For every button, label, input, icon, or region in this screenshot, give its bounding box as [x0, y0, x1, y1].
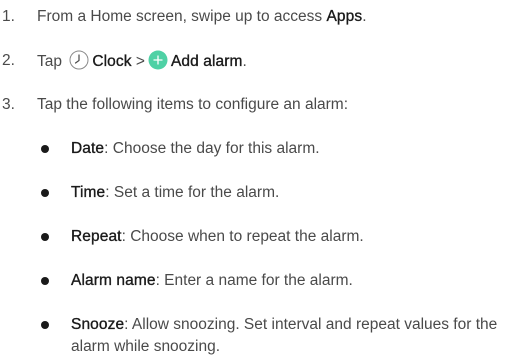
- bullet-text: Repeat: Choose when to repeat the alarm.: [71, 226, 515, 248]
- bullet-text: Snooze: Allow snoozing. Set interval and…: [71, 314, 515, 358]
- step-1-post: .: [362, 8, 367, 25]
- step-2-post: .: [242, 53, 247, 70]
- bullet-dot: [41, 277, 49, 285]
- clock-label: Clock: [92, 53, 132, 70]
- step-text: Tap Clock > Add alarm.: [37, 50, 513, 77]
- path-separator: >: [135, 53, 145, 70]
- bullet-term: Alarm name: [71, 272, 156, 289]
- bullet-desc: : Set a time for the alarm.: [105, 184, 280, 201]
- bullet-text: Date: Choose the day for this alarm.: [71, 138, 515, 160]
- bullet-desc: : Choose when to repeat the alarm.: [121, 228, 364, 245]
- step-number: 2.: [2, 52, 15, 69]
- step-2-pre: Tap: [37, 53, 67, 70]
- clock-icon: [69, 50, 89, 77]
- add-alarm-label: Add alarm: [170, 53, 243, 70]
- bullet-desc: : Enter a name for the alarm.: [155, 272, 353, 289]
- bullet-dot: [41, 145, 49, 153]
- step-text: From a Home screen, swipe up to access A…: [37, 6, 513, 28]
- step-1-pre: From a Home screen, swipe up to access: [37, 8, 327, 25]
- instruction-document: 1. From a Home screen, swipe up to acces…: [0, 0, 521, 363]
- step-number: 1.: [2, 8, 15, 25]
- add-icon: [148, 50, 168, 77]
- apps-term: Apps: [326, 8, 363, 25]
- bullet-term: Time: [71, 184, 106, 201]
- bullet-dot: [41, 233, 49, 241]
- bullet-term: Repeat: [71, 228, 122, 245]
- bullet-desc: : Allow snoozing. Set interval and repea…: [71, 316, 498, 355]
- bullet-text: Alarm name: Enter a name for the alarm.: [71, 270, 515, 292]
- step-number: 3.: [2, 96, 15, 113]
- bullet-text: Time: Set a time for the alarm.: [71, 182, 515, 204]
- bullet-term: Date: [71, 140, 105, 157]
- bullet-dot: [41, 189, 49, 197]
- step-text: Tap the following items to configure an …: [37, 96, 349, 113]
- bullet-dot: [41, 321, 49, 329]
- bullet-term: Snooze: [71, 316, 125, 333]
- bullet-desc: : Choose the day for this alarm.: [104, 140, 320, 157]
